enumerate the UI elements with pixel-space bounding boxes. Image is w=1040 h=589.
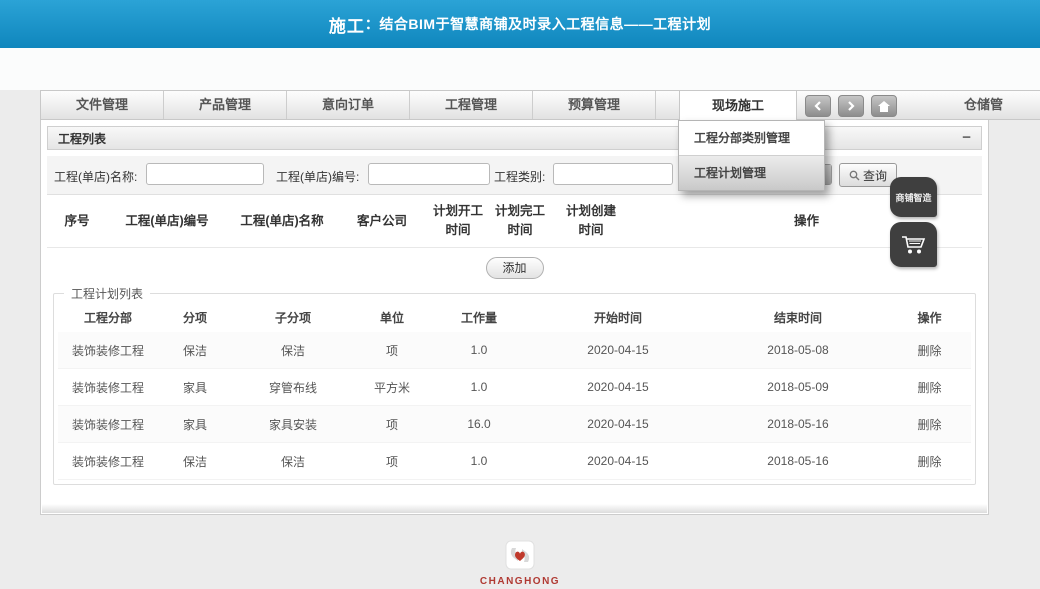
cell-item: 保洁 — [158, 453, 232, 470]
cell-end-time: 2018-05-16 — [708, 454, 888, 468]
search-toolbar: 工程(单店)名称: 工程(单店)编号: 工程类别: 是否单店: 请选择 ▼ 查询 — [47, 156, 982, 195]
delete-link[interactable]: 删除 — [888, 379, 971, 396]
horizontal-scrollbar[interactable] — [42, 504, 987, 513]
tab-file-management[interactable]: 文件管理 — [41, 91, 164, 119]
plan-list-section: 工程计划列表 工程分部 分项 子分项 单位 工作量 开始时间 结束时间 操作 装… — [53, 285, 976, 485]
project-type-label: 工程类别: — [494, 168, 545, 185]
plan-list-legend: 工程计划列表 — [64, 285, 150, 302]
col-workload: 工作量 — [430, 309, 528, 326]
col-start-time: 开始时间 — [528, 309, 708, 326]
tab-warehouse-management[interactable]: 仓储管 — [964, 91, 1003, 119]
menu-item-plan-management[interactable]: 工程计划管理 — [679, 155, 824, 190]
table-row: 装饰装修工程 保洁 保洁 项 1.0 2020-04-15 2018-05-16… — [58, 443, 971, 480]
col-plan-finish: 计划完工时间 — [489, 202, 551, 240]
panel-title: 工程列表 — [58, 130, 962, 147]
delete-link[interactable]: 删除 — [888, 453, 971, 470]
top-banner: 施工 ：结合BIM于智慧商铺及时录入工程信息——工程计划 — [0, 0, 1040, 48]
cell-end-time: 2018-05-08 — [708, 343, 888, 357]
add-button[interactable]: 添加 — [486, 257, 544, 279]
col-subitem: 子分项 — [232, 309, 354, 326]
cart-icon — [900, 233, 927, 257]
banner-title-prefix: 施工 — [329, 12, 365, 37]
cell-division: 装饰装修工程 — [58, 453, 158, 470]
col-plan-created: 计划创建时间 — [551, 202, 631, 240]
cell-item: 家具 — [158, 379, 232, 396]
project-name-input[interactable] — [146, 163, 264, 185]
panel-header: 工程列表 − — [47, 126, 982, 150]
col-plan-start: 计划开工时间 — [427, 202, 489, 240]
cell-division: 装饰装修工程 — [58, 416, 158, 433]
search-button[interactable]: 查询 — [839, 163, 897, 187]
plan-table-header: 工程分部 分项 子分项 单位 工作量 开始时间 结束时间 操作 — [58, 302, 971, 332]
col-division: 工程分部 — [58, 309, 158, 326]
site-construction-menu: 工程分部类别管理 工程计划管理 — [678, 120, 825, 191]
cell-start-time: 2020-04-15 — [528, 343, 708, 357]
chevron-left-icon — [813, 101, 823, 111]
scroll-left-button[interactable] — [805, 95, 831, 117]
col-customer: 客户公司 — [337, 212, 427, 231]
tab-project-management[interactable]: 工程管理 — [410, 91, 533, 119]
search-icon — [849, 170, 860, 181]
home-button[interactable] — [871, 95, 897, 117]
cell-start-time: 2020-04-15 — [528, 454, 708, 468]
col-seq: 序号 — [47, 212, 107, 231]
scroll-right-button[interactable] — [838, 95, 864, 117]
project-code-input[interactable] — [368, 163, 490, 185]
cell-unit: 项 — [354, 342, 430, 359]
search-button-label: 查询 — [863, 167, 887, 184]
cell-subitem: 家具安装 — [232, 416, 354, 433]
table-row: 装饰装修工程 家具 家具安装 项 16.0 2020-04-15 2018-05… — [58, 406, 971, 443]
project-type-input[interactable] — [553, 163, 673, 185]
cell-subitem: 穿管布线 — [232, 379, 354, 396]
cell-division: 装饰装修工程 — [58, 342, 158, 359]
tab-scroll-controls — [805, 95, 897, 117]
col-unit: 单位 — [354, 309, 430, 326]
menu-item-division-category[interactable]: 工程分部类别管理 — [679, 121, 824, 155]
tab-budget-management[interactable]: 预算管理 — [533, 91, 656, 119]
project-table-header: 序号 工程(单店)编号 工程(单店)名称 客户公司 计划开工时间 计划完工时间 … — [47, 195, 982, 248]
tab-site-construction[interactable]: 现场施工 — [679, 90, 797, 122]
badge-label: 商铺智造 — [895, 191, 931, 204]
cell-item: 家具 — [158, 416, 232, 433]
cell-division: 装饰装修工程 — [58, 379, 158, 396]
col-project-name: 工程(单店)名称 — [227, 212, 337, 231]
cell-item: 保洁 — [158, 342, 232, 359]
delete-link[interactable]: 删除 — [888, 416, 971, 433]
cart-badge[interactable] — [890, 222, 937, 267]
col-project-code: 工程(单店)编号 — [107, 212, 227, 231]
shop-smart-badge[interactable]: 商铺智造 — [890, 177, 937, 217]
cell-unit: 项 — [354, 416, 430, 433]
project-list-panel: 工程列表 − 工程(单店)名称: 工程(单店)编号: 工程类别: 是否单店: 请… — [40, 120, 989, 515]
footer: CHANGHONG — [0, 540, 1040, 587]
cell-unit: 平方米 — [354, 379, 430, 396]
cell-workload: 1.0 — [430, 343, 528, 357]
cell-end-time: 2018-05-16 — [708, 417, 888, 431]
col-end-time: 结束时间 — [708, 309, 888, 326]
cell-start-time: 2020-04-15 — [528, 417, 708, 431]
cell-subitem: 保洁 — [232, 342, 354, 359]
cell-workload: 1.0 — [430, 380, 528, 394]
cell-unit: 项 — [354, 453, 430, 470]
table-row: 装饰装修工程 保洁 保洁 项 1.0 2020-04-15 2018-05-08… — [58, 332, 971, 369]
chevron-right-icon — [846, 101, 856, 111]
table-row: 装饰装修工程 家具 穿管布线 平方米 1.0 2020-04-15 2018-0… — [58, 369, 971, 406]
home-icon — [878, 101, 890, 112]
col-item: 分项 — [158, 309, 232, 326]
collapse-button[interactable]: − — [962, 133, 971, 143]
cell-start-time: 2020-04-15 — [528, 380, 708, 394]
changhong-logo-icon — [502, 540, 538, 574]
banner-title: ：结合BIM于智慧商铺及时录入工程信息——工程计划 — [365, 14, 711, 34]
delete-link[interactable]: 删除 — [888, 342, 971, 359]
col-action: 操作 — [888, 309, 971, 326]
cell-workload: 16.0 — [430, 417, 528, 431]
cell-end-time: 2018-05-09 — [708, 380, 888, 394]
project-code-label: 工程(单店)编号: — [276, 168, 359, 185]
cell-subitem: 保洁 — [232, 453, 354, 470]
brand-name: CHANGHONG — [480, 576, 560, 587]
header-spacer — [0, 48, 1040, 90]
cell-workload: 1.0 — [430, 454, 528, 468]
tab-product-management[interactable]: 产品管理 — [164, 91, 287, 119]
tab-intent-orders[interactable]: 意向订单 — [287, 91, 410, 119]
project-name-label: 工程(单店)名称: — [54, 168, 137, 185]
